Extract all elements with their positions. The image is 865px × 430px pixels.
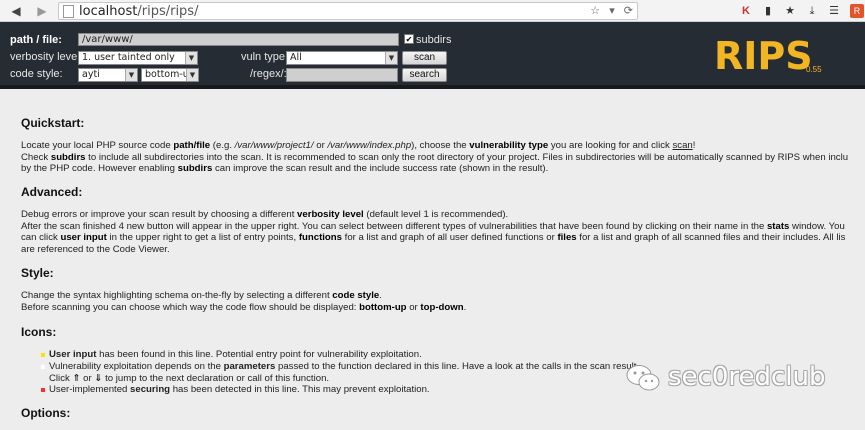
vuln-type-select[interactable]: All ▼ bbox=[286, 51, 398, 65]
subdirs-label: subdirs bbox=[416, 34, 452, 46]
icon-desc-securing: User-implemented securing has been detec… bbox=[49, 384, 430, 395]
icons-heading: Icons: bbox=[21, 325, 57, 339]
path-input[interactable]: /var/www/ bbox=[78, 33, 399, 46]
chevron-down-icon: ▼ bbox=[125, 69, 137, 81]
menu-icon[interactable]: ☰ bbox=[826, 3, 842, 19]
rips-logo: RIPS bbox=[714, 34, 813, 78]
url-text: localhost/rips/rips/ bbox=[79, 4, 199, 19]
chevron-down-icon: ▼ bbox=[185, 52, 197, 64]
parameter-bullet-icon bbox=[41, 365, 45, 369]
watermark-text: sec0redclub bbox=[668, 362, 826, 392]
star-icon[interactable]: ★ bbox=[782, 3, 798, 19]
reload-icon[interactable]: ⟳ bbox=[624, 3, 633, 19]
url-bar[interactable]: localhost/rips/rips/ ☆ ▾ ⟳ bbox=[58, 2, 638, 20]
regex-input[interactable] bbox=[286, 68, 398, 82]
lock-icon[interactable]: ▮ bbox=[760, 3, 776, 19]
style-heading: Style: bbox=[21, 266, 54, 280]
icon-desc-user-input: User input has been found in this line. … bbox=[49, 349, 422, 360]
k-extension-icon[interactable]: K bbox=[738, 3, 754, 19]
path-label: path / file: bbox=[10, 34, 62, 46]
vuln-type-label: vuln type: bbox=[241, 51, 289, 63]
download-icon[interactable]: ⤓ bbox=[804, 3, 820, 19]
options-heading: Options: bbox=[21, 406, 71, 420]
search-button[interactable]: search bbox=[402, 68, 447, 82]
code-style-label: code style: bbox=[10, 68, 63, 80]
chevron-down-icon: ▼ bbox=[186, 69, 198, 81]
page-icon bbox=[63, 5, 74, 18]
verbosity-value: 1. user tainted only bbox=[82, 52, 175, 63]
dropdown-icon[interactable]: ▾ bbox=[609, 3, 615, 19]
bookmark-star-icon[interactable]: ☆ bbox=[590, 3, 600, 19]
subdirs-checkbox[interactable]: ✔ bbox=[404, 34, 414, 44]
url-tools: ☆ ▾ ⟳ bbox=[584, 3, 633, 19]
browser-toolbar: ◀ ▶ localhost/rips/rips/ ☆ ▾ ⟳ K ▮ ★ ⤓ ☰… bbox=[0, 0, 865, 22]
vuln-type-value: All bbox=[290, 52, 302, 63]
user-input-bullet-icon bbox=[41, 353, 45, 357]
advanced-text: Debug errors or improve your scan result… bbox=[21, 209, 846, 255]
icon-desc-parameters: Vulnerability exploitation depends on th… bbox=[49, 361, 640, 384]
securing-bullet-icon bbox=[41, 388, 45, 392]
extension-icon[interactable]: R bbox=[850, 4, 864, 18]
code-style-value: ayti bbox=[82, 69, 100, 80]
wechat-icon bbox=[626, 365, 660, 391]
regex-label: /regex/: bbox=[250, 68, 287, 80]
rips-header: path / file: /var/www/ ✔ subdirs verbosi… bbox=[0, 22, 865, 89]
chevron-down-icon: ▼ bbox=[385, 52, 397, 64]
advanced-heading: Advanced: bbox=[21, 185, 83, 199]
scan-button[interactable]: scan bbox=[402, 51, 447, 65]
verbosity-select[interactable]: 1. user tainted only ▼ bbox=[78, 51, 198, 65]
flow-direction-select[interactable]: bottom-up ▼ bbox=[141, 68, 199, 82]
rips-version: 0.55 bbox=[806, 65, 822, 74]
back-arrow-icon[interactable]: ◀ bbox=[8, 3, 24, 19]
code-style-select[interactable]: ayti ▼ bbox=[78, 68, 138, 82]
verbosity-label: verbosity level: bbox=[10, 51, 83, 63]
forward-arrow-icon[interactable]: ▶ bbox=[34, 3, 50, 19]
quickstart-text: Locate your local PHP source code path/f… bbox=[21, 140, 849, 174]
style-text: Change the syntax highlighting schema on… bbox=[21, 290, 467, 313]
quickstart-heading: Quickstart: bbox=[21, 116, 85, 130]
